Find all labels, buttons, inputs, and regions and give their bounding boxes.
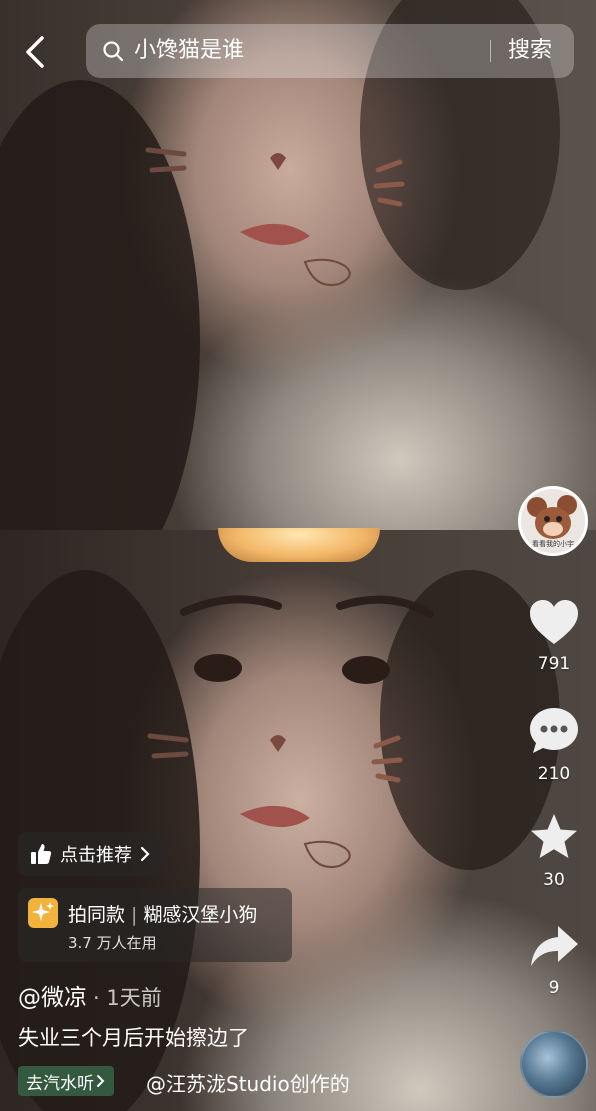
music-credit[interactable]: @汪苏泷Studio创作的 [146, 1068, 350, 1097]
same-style-title-row: 拍同款 | 糊感汉堡小狗 [68, 900, 257, 927]
recommend-label: 点击推荐 [60, 845, 132, 866]
same-style-separator: | [131, 904, 138, 926]
like-count: 791 [537, 654, 571, 674]
comment-button[interactable]: 210 [522, 706, 586, 784]
chevron-right-icon [97, 1075, 105, 1087]
favorite-button[interactable]: 30 [522, 812, 586, 890]
post-time: · 1天前 [93, 986, 162, 1010]
author-avatar[interactable]: 看看我的小宇 [518, 486, 588, 556]
back-button[interactable] [20, 34, 54, 70]
burger-hat-sticker [218, 528, 380, 562]
author-name[interactable]: @微凉 [18, 985, 87, 1011]
same-style-label: 拍同款 [68, 904, 126, 926]
recommend-button[interactable]: 点击推荐 [18, 832, 164, 876]
comment-count: 210 [537, 764, 571, 784]
music-disc[interactable] [520, 1030, 588, 1098]
chevron-right-icon [140, 846, 150, 862]
effect-name: 糊感汉堡小狗 [143, 904, 258, 926]
search-query-text[interactable]: 小馋猫是谁 [134, 36, 244, 66]
sparkle-effect-icon [28, 898, 58, 928]
video-frame-top [0, 0, 596, 530]
share-count: 9 [548, 978, 560, 998]
qishui-label: 去汽水听 [26, 1073, 94, 1094]
search-divider [490, 40, 491, 62]
thumbs-up-icon [31, 844, 52, 864]
search-icon [103, 41, 124, 62]
share-arrow-icon [531, 926, 578, 966]
avatar-caption: 看看我的小宇 [532, 540, 574, 548]
open-qishui-music-button[interactable]: 去汽水听 [18, 1066, 114, 1096]
star-icon [531, 814, 577, 858]
search-bar[interactable]: 小馋猫是谁 搜索 [86, 24, 574, 78]
like-button[interactable]: 791 [522, 598, 586, 674]
video-feed-screen[interactable]: 小馋猫是谁 搜索 看看我的小宇 791 210 30 9 点击推荐 拍同款 | … [0, 0, 596, 1111]
search-button[interactable]: 搜索 [508, 36, 552, 66]
favorite-count: 30 [543, 870, 565, 890]
effect-user-count: 3.7 万人在用 [68, 934, 157, 952]
video-caption: 失业三个月后开始擦边了 [18, 1026, 249, 1050]
comment-bubble-icon [530, 708, 578, 753]
author-row: @微凉 · 1天前 [18, 978, 162, 1012]
shoot-same-style-card[interactable]: 拍同款 | 糊感汉堡小狗 3.7 万人在用 [18, 888, 292, 962]
share-button[interactable]: 9 [522, 922, 586, 998]
heart-icon [530, 600, 578, 644]
cat-face-sticker-top [145, 147, 405, 286]
chevron-left-icon [26, 36, 44, 68]
